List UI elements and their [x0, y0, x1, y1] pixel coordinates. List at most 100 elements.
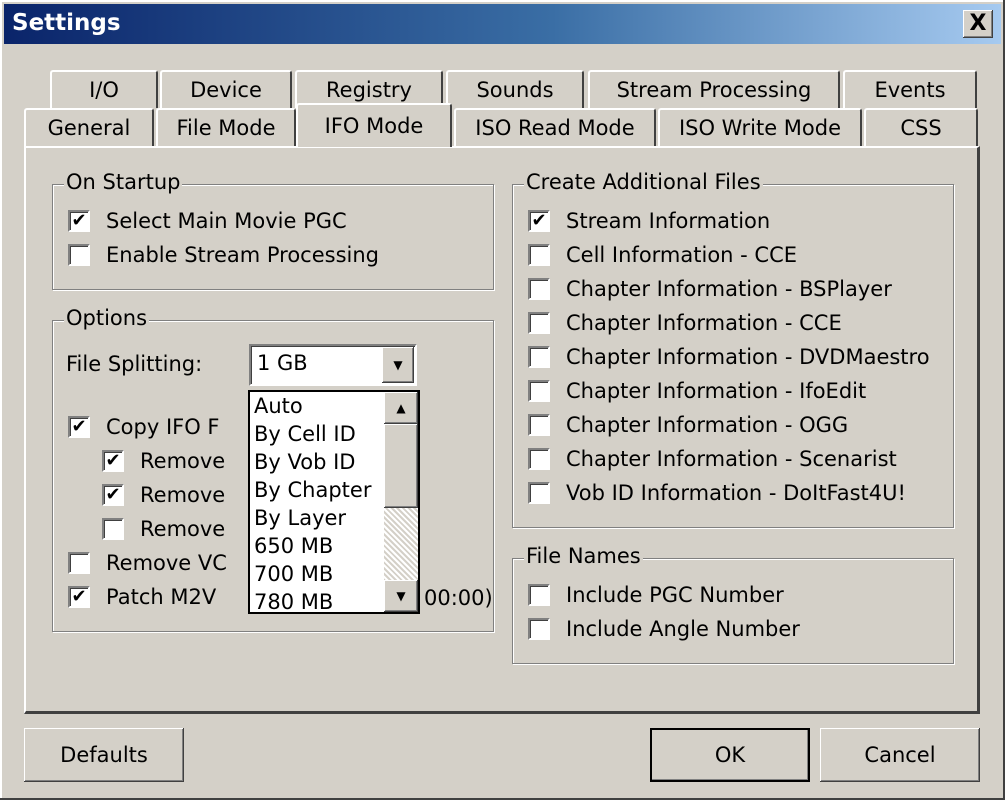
checkbox-chapter-cce[interactable]: Chapter Information - CCE: [528, 308, 842, 338]
checkbox-label: Include PGC Number: [566, 583, 784, 607]
checkbox-remove-2[interactable]: ✔ Remove: [102, 480, 225, 510]
settings-window: Settings X I/O Device Registry Sounds St…: [0, 0, 1005, 800]
tab-label: CSS: [900, 116, 942, 140]
group-legend: Options: [64, 306, 150, 330]
checkbox-box[interactable]: ✔: [68, 210, 90, 232]
dropdown-option[interactable]: By Cell ID: [254, 422, 356, 450]
close-icon: X: [969, 11, 987, 36]
patch-m2v-suffix: 00:00): [424, 586, 493, 610]
checkbox-box[interactable]: [528, 482, 550, 504]
checkbox-label: Chapter Information - DVDMaestro: [566, 345, 930, 369]
tab-label: IFO Mode: [324, 114, 424, 138]
checkbox-label: Patch M2V: [106, 585, 217, 609]
tab-ifo-mode[interactable]: IFO Mode: [296, 103, 452, 147]
checkbox-label: Chapter Information - Scenarist: [566, 447, 897, 471]
checkbox-box[interactable]: [528, 312, 550, 334]
tab-stream-processing[interactable]: Stream Processing: [588, 70, 840, 108]
checkbox-remove-vc[interactable]: Remove VC: [68, 548, 227, 578]
defaults-button[interactable]: Defaults: [24, 728, 184, 782]
checkbox-box[interactable]: [102, 518, 124, 540]
checkbox-box[interactable]: ✔: [102, 484, 124, 506]
checkbox-label: Enable Stream Processing: [106, 243, 379, 267]
tab-iso-read-mode[interactable]: ISO Read Mode: [454, 108, 656, 146]
checkbox-box[interactable]: [528, 584, 550, 606]
tab-iso-write-mode[interactable]: ISO Write Mode: [658, 108, 862, 146]
checkbox-box[interactable]: ✔: [68, 586, 90, 608]
checkbox-remove-1[interactable]: ✔ Remove: [102, 446, 225, 476]
checkbox-chapter-bsplayer[interactable]: Chapter Information - BSPlayer: [528, 274, 892, 304]
scroll-thumb[interactable]: [384, 424, 418, 508]
checkbox-chapter-dvdmaestro[interactable]: Chapter Information - DVDMaestro: [528, 342, 930, 372]
dropdown-option[interactable]: By Layer: [254, 506, 346, 534]
file-splitting-combo[interactable]: 1 GB ▼: [249, 344, 417, 386]
ifo-mode-panel: On Startup ✔ Select Main Movie PGC Enabl…: [24, 146, 980, 714]
checkbox-box[interactable]: [528, 414, 550, 436]
cancel-button[interactable]: Cancel: [820, 728, 980, 782]
checkbox-remove-3[interactable]: Remove: [102, 514, 225, 544]
checkbox-label: Chapter Information - OGG: [566, 413, 849, 437]
combo-dropdown-button[interactable]: ▼: [382, 347, 414, 383]
checkbox-box[interactable]: [68, 244, 90, 266]
dropdown-scrollbar[interactable]: ▲ ▼: [384, 392, 418, 612]
checkbox-select-main-movie-pgc[interactable]: ✔ Select Main Movie PGC: [68, 206, 347, 236]
checkbox-box[interactable]: ✔: [68, 416, 90, 438]
checkbox-stream-information[interactable]: ✔ Stream Information: [528, 206, 770, 236]
checkbox-chapter-ogg[interactable]: Chapter Information - OGG: [528, 410, 848, 440]
tab-label: Events: [874, 78, 946, 102]
chevron-up-icon: ▲: [396, 401, 406, 415]
options-group: Options File Splitting: 1 GB ▼ ✔ Copy IF…: [52, 306, 494, 632]
checkbox-box[interactable]: [528, 618, 550, 640]
tab-events[interactable]: Events: [843, 70, 977, 108]
chevron-down-icon: ▼: [393, 358, 403, 372]
checkbox-label: Cell Information - CCE: [566, 243, 798, 267]
check-icon: ✔: [531, 210, 547, 231]
checkbox-include-angle-number[interactable]: Include Angle Number: [528, 614, 800, 644]
tab-device[interactable]: Device: [160, 70, 292, 108]
tab-sounds[interactable]: Sounds: [446, 70, 584, 108]
dropdown-option[interactable]: By Vob ID: [254, 450, 355, 478]
dropdown-option[interactable]: 700 MB: [254, 562, 333, 590]
dropdown-option[interactable]: By Chapter: [254, 478, 371, 506]
file-splitting-dropdown-list[interactable]: Auto By Cell ID By Vob ID By Chapter By …: [248, 390, 420, 614]
checkbox-box[interactable]: [528, 448, 550, 470]
dropdown-option[interactable]: 780 MB: [254, 590, 333, 618]
checkbox-vob-id-doitfast4u[interactable]: Vob ID Information - DoItFast4U!: [528, 478, 906, 508]
combo-value: 1 GB: [257, 351, 308, 375]
tab-label: General: [47, 116, 131, 140]
scroll-up-button[interactable]: ▲: [384, 392, 418, 424]
tab-label: File Mode: [176, 116, 276, 140]
checkbox-include-pgc-number[interactable]: Include PGC Number: [528, 580, 784, 610]
checkbox-box[interactable]: ✔: [528, 210, 550, 232]
checkbox-copy-ifo[interactable]: ✔ Copy IFO F: [68, 412, 220, 442]
tab-io[interactable]: I/O: [50, 70, 158, 108]
checkbox-enable-stream-processing[interactable]: Enable Stream Processing: [68, 240, 379, 270]
checkbox-box[interactable]: [528, 380, 550, 402]
close-button[interactable]: X: [963, 10, 993, 38]
tab-label: ISO Read Mode: [475, 116, 635, 140]
dropdown-option[interactable]: Auto: [254, 394, 303, 422]
checkbox-cell-information-cce[interactable]: Cell Information - CCE: [528, 240, 797, 270]
check-icon: ✔: [105, 450, 121, 471]
tab-general[interactable]: General: [24, 108, 154, 146]
checkbox-box[interactable]: [528, 244, 550, 266]
tab-css[interactable]: CSS: [864, 108, 978, 146]
dropdown-option[interactable]: 650 MB: [254, 534, 333, 562]
checkbox-label: Copy IFO F: [106, 415, 220, 439]
checkbox-chapter-ifoedit[interactable]: Chapter Information - IfoEdit: [528, 376, 866, 406]
tab-label: Registry: [326, 78, 412, 102]
group-legend: Create Additional Files: [524, 170, 763, 194]
checkbox-label: Select Main Movie PGC: [106, 209, 347, 233]
checkbox-patch-m2v[interactable]: ✔ Patch M2V: [68, 582, 216, 612]
checkbox-label: Stream Information: [566, 209, 771, 233]
tab-file-mode[interactable]: File Mode: [156, 108, 296, 146]
check-icon: ✔: [71, 210, 87, 231]
checkbox-box[interactable]: [68, 552, 90, 574]
check-icon: ✔: [105, 484, 121, 505]
checkbox-box[interactable]: ✔: [102, 450, 124, 472]
checkbox-box[interactable]: [528, 346, 550, 368]
checkbox-chapter-scenarist[interactable]: Chapter Information - Scenarist: [528, 444, 897, 474]
title-bar[interactable]: Settings X: [4, 4, 1001, 44]
scroll-down-button[interactable]: ▼: [384, 580, 418, 612]
checkbox-box[interactable]: [528, 278, 550, 300]
ok-button[interactable]: OK: [650, 728, 810, 782]
